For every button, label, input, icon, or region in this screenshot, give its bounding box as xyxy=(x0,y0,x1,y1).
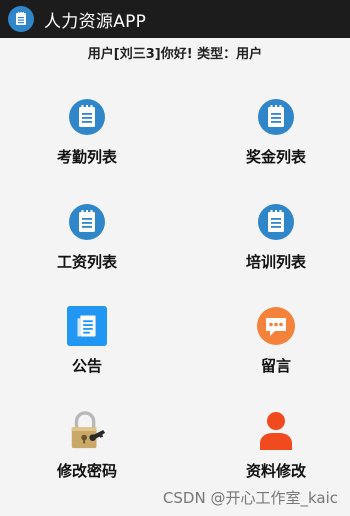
menu-item-salary-list[interactable]: 工资列表 xyxy=(27,202,147,272)
watermark: CSDN @开心工作室_kaic xyxy=(162,489,338,507)
menu-item-training-list[interactable]: 培训列表 xyxy=(216,202,336,272)
menu-item-attendance-list[interactable]: 考勤列表 xyxy=(27,97,147,167)
document-icon xyxy=(67,306,107,346)
menu-item-bonus-list[interactable]: 奖金列表 xyxy=(216,97,336,167)
menu-item-label: 资料修改 xyxy=(245,462,306,480)
menu-grid: 考勤列表 奖金列表 工资列表 培训列表 公告 留言 修改密码 资料修改 xyxy=(0,0,350,516)
notepad-icon xyxy=(67,97,107,137)
notepad-icon xyxy=(256,202,296,242)
user-icon xyxy=(256,411,296,451)
menu-item-edit-profile[interactable]: 资料修改 xyxy=(216,411,336,481)
menu-item-label: 奖金列表 xyxy=(245,148,306,166)
menu-item-label: 留言 xyxy=(260,357,291,375)
menu-item-messages[interactable]: 留言 xyxy=(216,306,336,376)
menu-item-label: 公告 xyxy=(71,357,102,375)
menu-item-change-password[interactable]: 修改密码 xyxy=(27,411,147,481)
notepad-icon xyxy=(67,202,107,242)
padlock-key-icon xyxy=(67,411,107,451)
menu-item-announcements[interactable]: 公告 xyxy=(27,306,147,376)
menu-item-label: 培训列表 xyxy=(245,253,306,271)
menu-item-label: 考勤列表 xyxy=(56,148,117,166)
chat-icon xyxy=(256,306,296,346)
menu-item-label: 工资列表 xyxy=(56,253,117,271)
menu-item-label: 修改密码 xyxy=(56,462,117,480)
notepad-icon xyxy=(256,97,296,137)
